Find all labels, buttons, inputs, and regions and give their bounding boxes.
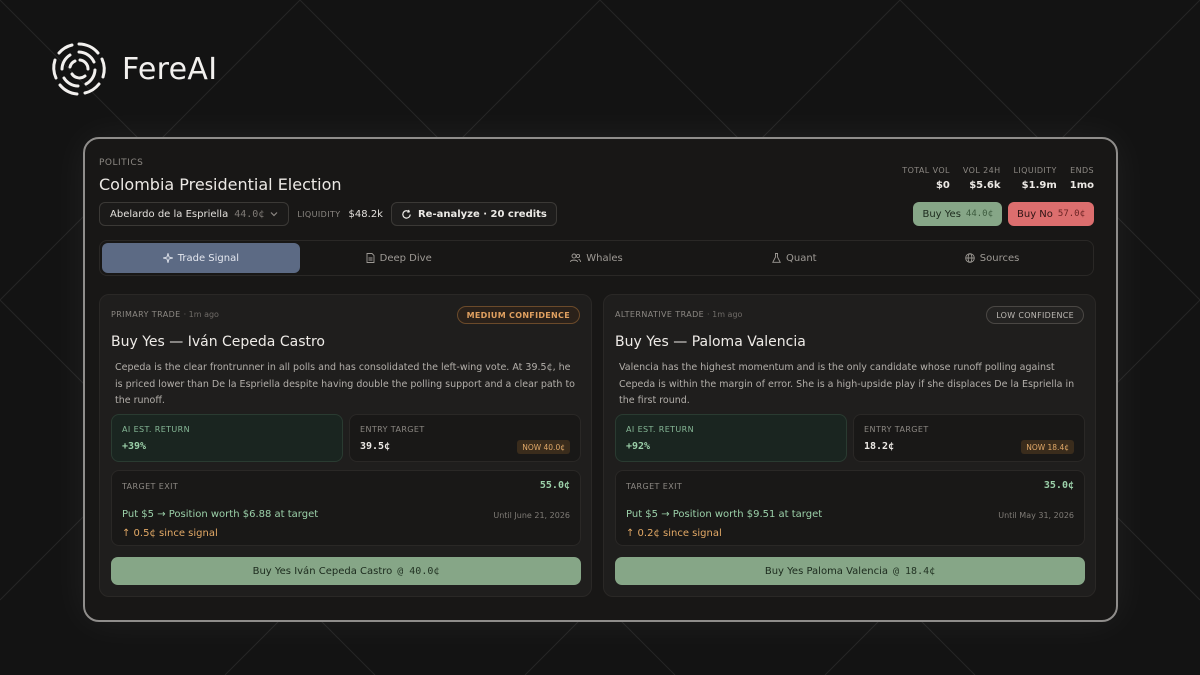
buy-button-price: @ 40.0¢: [397, 565, 440, 577]
brand-name: FereAI: [122, 51, 218, 87]
buy-yes-price: 44.0¢: [965, 209, 993, 219]
stat-vol-24h: VOL 24H $5.6k: [963, 166, 1001, 191]
exit-label: TARGET EXIT: [626, 482, 683, 491]
tab-sources[interactable]: Sources: [893, 243, 1091, 273]
market-title: Colombia Presidential Election: [99, 175, 342, 194]
buy-yes-label: Buy Yes: [922, 208, 961, 220]
brand: FereAI: [50, 40, 217, 98]
trade-title: Buy Yes — Paloma Valencia: [615, 334, 806, 350]
spiral-logo-icon: [52, 42, 106, 96]
market-panel: POLITICS Colombia Presidential Election …: [83, 137, 1118, 622]
candidate-price: 44.0¢: [234, 208, 265, 220]
analysis-tabs: Trade Signal Deep Dive Whales Quant Sour…: [99, 240, 1094, 276]
ai-return-box: AI EST. RETURN +92%: [615, 414, 847, 462]
return-value: +92%: [626, 441, 651, 452]
return-label: AI EST. RETURN: [626, 425, 695, 434]
exit-value: 55.0¢: [539, 480, 570, 491]
price-change-since-signal: ↑ 0.2¢ since signal: [626, 528, 722, 539]
market-stats: TOTAL VOL $0 VOL 24H $5.6k LIQUIDITY $1.…: [902, 166, 1094, 191]
sparkle-icon: [162, 253, 173, 263]
document-icon: [366, 253, 375, 263]
tab-whales[interactable]: Whales: [498, 243, 696, 273]
market-category: POLITICS: [99, 158, 144, 168]
price-change-since-signal: ↑ 0.5¢ since signal: [122, 528, 218, 539]
entry-label: ENTRY TARGET: [360, 425, 425, 434]
stat-label: TOTAL VOL: [902, 166, 950, 175]
trade-time-ago: · 1m ago: [183, 310, 219, 319]
target-exit-box: TARGET EXIT 35.0¢ Put $5 → Position wort…: [615, 470, 1085, 546]
buy-primary-button[interactable]: Buy Yes Iván Cepeda Castro @ 40.0¢: [111, 557, 581, 585]
stat-ends: ENDS 1mo: [1070, 166, 1094, 191]
confidence-badge: MEDIUM CONFIDENCE: [456, 306, 580, 324]
entry-target-box: ENTRY TARGET 18.2¢ NOW 18.4¢: [853, 414, 1085, 462]
candidate-name: Abelardo de la Espriella: [110, 208, 229, 220]
now-price-tag: NOW 18.4¢: [1021, 440, 1074, 454]
stat-label: VOL 24H: [962, 166, 1001, 175]
reanalyze-button[interactable]: Re-analyze · 20 credits: [390, 202, 557, 226]
chevron-down-icon: [270, 212, 278, 217]
exit-value: 35.0¢: [1043, 480, 1074, 491]
trade-description: Valencia has the highest momentum and is…: [619, 362, 1075, 406]
entry-value: 18.2¢: [864, 441, 895, 452]
alternative-trade-card: ALTERNATIVE TRADE · 1m ago LOW CONFIDENC…: [603, 294, 1096, 597]
tab-label: Quant: [785, 252, 817, 264]
buy-no-button[interactable]: Buy No 57.0¢: [1008, 202, 1094, 226]
trade-kind: ALTERNATIVE TRADE: [615, 310, 705, 319]
entry-target-box: ENTRY TARGET 39.5¢ NOW 40.0¢: [349, 414, 581, 462]
return-value: +39%: [122, 441, 147, 452]
trade-time-ago: · 1m ago: [707, 310, 743, 319]
expiry-date: Until May 31, 2026: [998, 511, 1074, 520]
trade-kind: PRIMARY TRADE: [111, 310, 181, 319]
return-label: AI EST. RETURN: [122, 425, 191, 434]
stat-value: $1.9m: [1021, 180, 1057, 191]
liquidity-value: $48.2k: [348, 208, 383, 220]
card-header: PRIMARY TRADE · 1m ago: [111, 310, 219, 319]
buy-button-label: Buy Yes Iván Cepeda Castro: [252, 565, 393, 577]
tab-label: Deep Dive: [379, 252, 432, 264]
candidate-select[interactable]: Abelardo de la Espriella 44.0¢: [99, 202, 290, 226]
tab-label: Trade Signal: [177, 252, 240, 264]
ai-return-box: AI EST. RETURN +39%: [111, 414, 343, 462]
stat-label: LIQUIDITY: [1013, 166, 1057, 175]
position-projection: Put $5 → Position worth $6.88 at target: [122, 509, 319, 520]
top-trade-buttons: Buy Yes 44.0¢ Buy No 57.0¢: [913, 202, 1094, 226]
refresh-icon: [402, 209, 411, 219]
trade-description: Cepeda is the clear frontrunner in all p…: [115, 362, 575, 406]
tab-label: Whales: [586, 252, 623, 264]
stat-value: $5.6k: [969, 180, 1001, 191]
buy-button-label: Buy Yes Paloma Valencia: [764, 565, 888, 577]
market-controls: Abelardo de la Espriella 44.0¢ LIQUIDITY…: [99, 202, 557, 226]
buy-yes-button[interactable]: Buy Yes 44.0¢: [913, 202, 1002, 226]
card-header: ALTERNATIVE TRADE · 1m ago: [615, 310, 742, 319]
tab-trade-signal[interactable]: Trade Signal: [102, 243, 300, 273]
stat-total-vol: TOTAL VOL $0: [902, 166, 950, 191]
expiry-date: Until June 21, 2026: [493, 511, 570, 520]
globe-icon: [965, 253, 975, 263]
stat-liquidity: LIQUIDITY $1.9m: [1014, 166, 1057, 191]
tab-deep-dive[interactable]: Deep Dive: [300, 243, 498, 273]
entry-label: ENTRY TARGET: [864, 425, 929, 434]
tab-label: Sources: [979, 252, 1020, 264]
confidence-badge: LOW CONFIDENCE: [986, 306, 1084, 324]
buy-no-label: Buy No: [1017, 208, 1053, 220]
buy-no-price: 57.0¢: [1057, 209, 1085, 219]
position-projection: Put $5 → Position worth $9.51 at target: [626, 509, 823, 520]
reanalyze-label: Re-analyze · 20 credits: [417, 208, 547, 220]
exit-label: TARGET EXIT: [122, 482, 179, 491]
target-exit-box: TARGET EXIT 55.0¢ Put $5 → Position wort…: [111, 470, 581, 546]
trade-title: Buy Yes — Iván Cepeda Castro: [111, 334, 325, 350]
flask-icon: [772, 253, 781, 263]
buy-alternative-button[interactable]: Buy Yes Paloma Valencia @ 18.4¢: [615, 557, 1085, 585]
users-icon: [570, 253, 582, 263]
stat-value: 1mo: [1069, 180, 1094, 191]
buy-button-price: @ 18.4¢: [892, 565, 936, 577]
stat-label: ENDS: [1070, 166, 1094, 175]
stat-value: $0: [935, 180, 950, 191]
liquidity-label: LIQUIDITY: [297, 209, 341, 219]
entry-value: 39.5¢: [360, 441, 391, 452]
now-price-tag: NOW 40.0¢: [517, 440, 570, 454]
tab-quant[interactable]: Quant: [695, 243, 893, 273]
primary-trade-card: PRIMARY TRADE · 1m ago MEDIUM CONFIDENCE…: [99, 294, 592, 597]
